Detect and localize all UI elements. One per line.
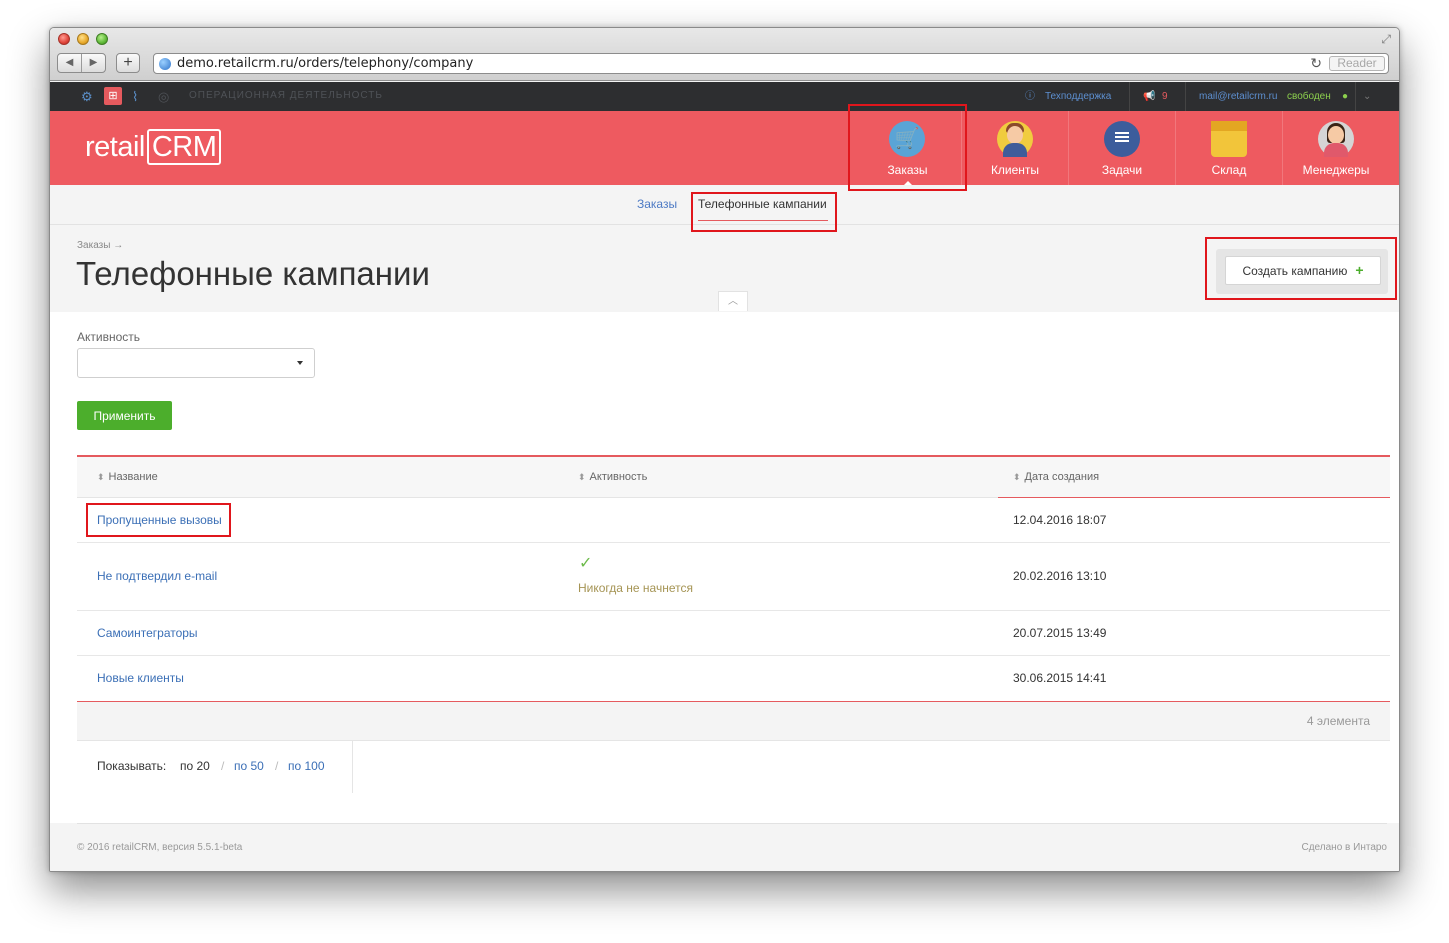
separator: / [221,759,225,773]
support-link[interactable]: Техподдержка [1045,82,1111,111]
page-footer: © 2016 retailCRM, версия 5.5.1-beta Сдел… [50,823,1399,871]
cart-icon [889,121,925,157]
subnav-telephony-tab[interactable]: Телефонные кампании [698,197,827,211]
campaign-date: 20.07.2015 13:49 [1013,626,1107,640]
create-campaign-label: Создать кампанию [1242,264,1348,278]
module-managers-label: Менеджеры [1302,163,1370,177]
chevron-down-icon[interactable]: ⌄ [1363,82,1371,111]
module-tasks-label: Задачи [1101,163,1143,177]
made-by-link[interactable]: Сделано в Интаро [1302,842,1388,853]
breadcrumb[interactable]: Заказы → [77,240,123,251]
module-tasks[interactable]: Задачи [1068,111,1175,185]
column-activity-header[interactable]: ⬍ Активность [578,471,647,483]
forward-icon[interactable]: ▶ [81,54,105,72]
table-row: Не подтвердил e-mail ✓ Никогда не начнет… [77,543,1390,611]
notifications-count[interactable]: 9 [1162,82,1168,111]
minimize-window-button[interactable] [77,33,89,45]
client-icon [997,121,1033,157]
chevron-down-icon [297,361,303,365]
table-row: Новые клиенты 30.06.2015 14:41 [77,656,1390,701]
main-header: retailCRM Заказы Клиенты Задачи Склад Ме… [50,111,1399,185]
module-warehouse-label: Склад [1211,163,1247,177]
reload-icon[interactable]: ↻ [1310,55,1322,72]
url-text[interactable]: demo.retailcrm.ru/orders/telephony/compa… [177,56,473,71]
cart-icon[interactable]: ⊞ [104,87,122,105]
activity-filter-select[interactable] [77,348,315,378]
check-icon: ✓ [579,555,593,572]
column-date-header[interactable]: ⬍ Дата создания [1013,471,1099,483]
module-warehouse[interactable]: Склад [1175,111,1282,185]
megaphone-icon[interactable]: 📢 [1143,82,1155,111]
items-count-row: 4 элемента [77,702,1390,740]
campaign-name-link[interactable]: Пропущенные вызовы [97,513,222,527]
reader-button[interactable]: Reader [1329,56,1385,71]
retailcrm-logo[interactable]: retail CRM [85,129,222,165]
page-title: Телефонные кампании [76,255,430,292]
table-row: Пропущенные вызовы 12.04.2016 18:07 [77,498,1390,543]
zoom-window-button[interactable] [96,33,108,45]
campaign-date: 12.04.2016 18:07 [1013,513,1107,527]
globe-icon [159,58,171,70]
create-campaign-button[interactable]: Создать кампанию + [1225,256,1381,285]
plus-icon: + [1355,262,1364,278]
marketing-icon[interactable]: ◎ [158,89,169,104]
column-name-header[interactable]: ⬍ Название [97,471,158,483]
warehouse-icon [1211,121,1247,157]
subnav-orders-link[interactable]: Заказы [637,197,677,211]
collapse-chevron-up-icon[interactable]: ︿ [718,291,748,311]
tasks-icon [1104,121,1140,157]
campaign-activity: Никогда не начнется [578,581,693,595]
module-clients[interactable]: Клиенты [961,111,1068,185]
page-header: Заказы → Телефонные кампании Создать кам… [50,225,1399,312]
sort-icon: ⬍ [97,472,105,482]
sort-icon: ⬍ [578,472,586,482]
top-bar: ⚙ ⊞ ⌇ ◎ ОПЕРАЦИОННАЯ ДЕЯТЕЛЬНОСТЬ ⓘ Техп… [50,82,1399,111]
browser-window: ⤢ ◀ ▶ + demo.retailcrm.ru/orders/telepho… [49,27,1400,872]
module-orders[interactable]: Заказы [854,111,961,185]
page-size-50[interactable]: по 50 [234,759,264,773]
activity-filter-label: Активность [77,330,141,344]
campaign-date: 20.02.2016 13:10 [1013,569,1107,583]
browser-toolbar: ⤢ ◀ ▶ + demo.retailcrm.ru/orders/telepho… [50,28,1399,81]
campaign-name-link[interactable]: Новые клиенты [97,671,184,685]
sort-icon: ⬍ [1013,472,1021,482]
status-dot-icon: ● [1342,91,1349,102]
campaign-name-link[interactable]: Не подтвердил e-mail [97,569,217,583]
campaigns-table: ⬍ Название ⬍ Активность ⬍ Дата создания Про… [77,455,1390,793]
help-icon[interactable]: ⓘ [1025,82,1035,111]
user-email[interactable]: mail@retailcrm.ru [1199,82,1278,111]
close-window-button[interactable] [58,33,70,45]
items-count: 4 элемента [1306,714,1370,728]
module-managers[interactable]: Менеджеры [1282,111,1389,185]
back-icon[interactable]: ◀ [58,54,81,72]
new-tab-button[interactable]: + [116,53,140,73]
separator: / [275,759,279,773]
user-status[interactable]: свободен [1287,82,1331,111]
create-button-wrap: Создать кампанию + [1216,249,1388,294]
table-header: ⬍ Название ⬍ Активность ⬍ Дата создания [77,457,1390,498]
fullscreen-icon[interactable]: ⤢ [1381,32,1391,47]
main-content: Активность Применить ⬍ Название ⬍ Активнос… [50,312,1399,871]
page-size-100[interactable]: по 100 [288,759,325,773]
section-label: ОПЕРАЦИОННАЯ ДЕЯТЕЛЬНОСТЬ [189,90,383,101]
back-forward-buttons: ◀ ▶ [57,53,106,73]
address-bar[interactable]: demo.retailcrm.ru/orders/telephony/compa… [153,53,1389,74]
campaign-date: 30.06.2015 14:41 [1013,671,1107,685]
apply-button[interactable]: Применить [77,401,172,430]
gear-icon[interactable]: ⚙ [81,89,93,104]
campaign-name-link[interactable]: Самоинтеграторы [97,626,198,640]
module-clients-label: Клиенты [990,163,1040,177]
page-size-20[interactable]: по 20 [180,759,210,773]
analytics-icon[interactable]: ⌇ [132,89,138,104]
sub-navigation: Заказы Телефонные кампании [50,185,1399,225]
module-orders-label: Заказы [887,163,928,177]
active-tab-underline [698,220,828,221]
table-row: Самоинтеграторы 20.07.2015 13:49 [77,611,1390,656]
page-size-selector: Показывать: по 20 / по 50 / по 100 [77,740,1390,793]
manager-icon [1318,121,1354,157]
copyright-text: © 2016 retailCRM, версия 5.5.1-beta [77,842,243,853]
show-label: Показывать: [97,759,167,773]
